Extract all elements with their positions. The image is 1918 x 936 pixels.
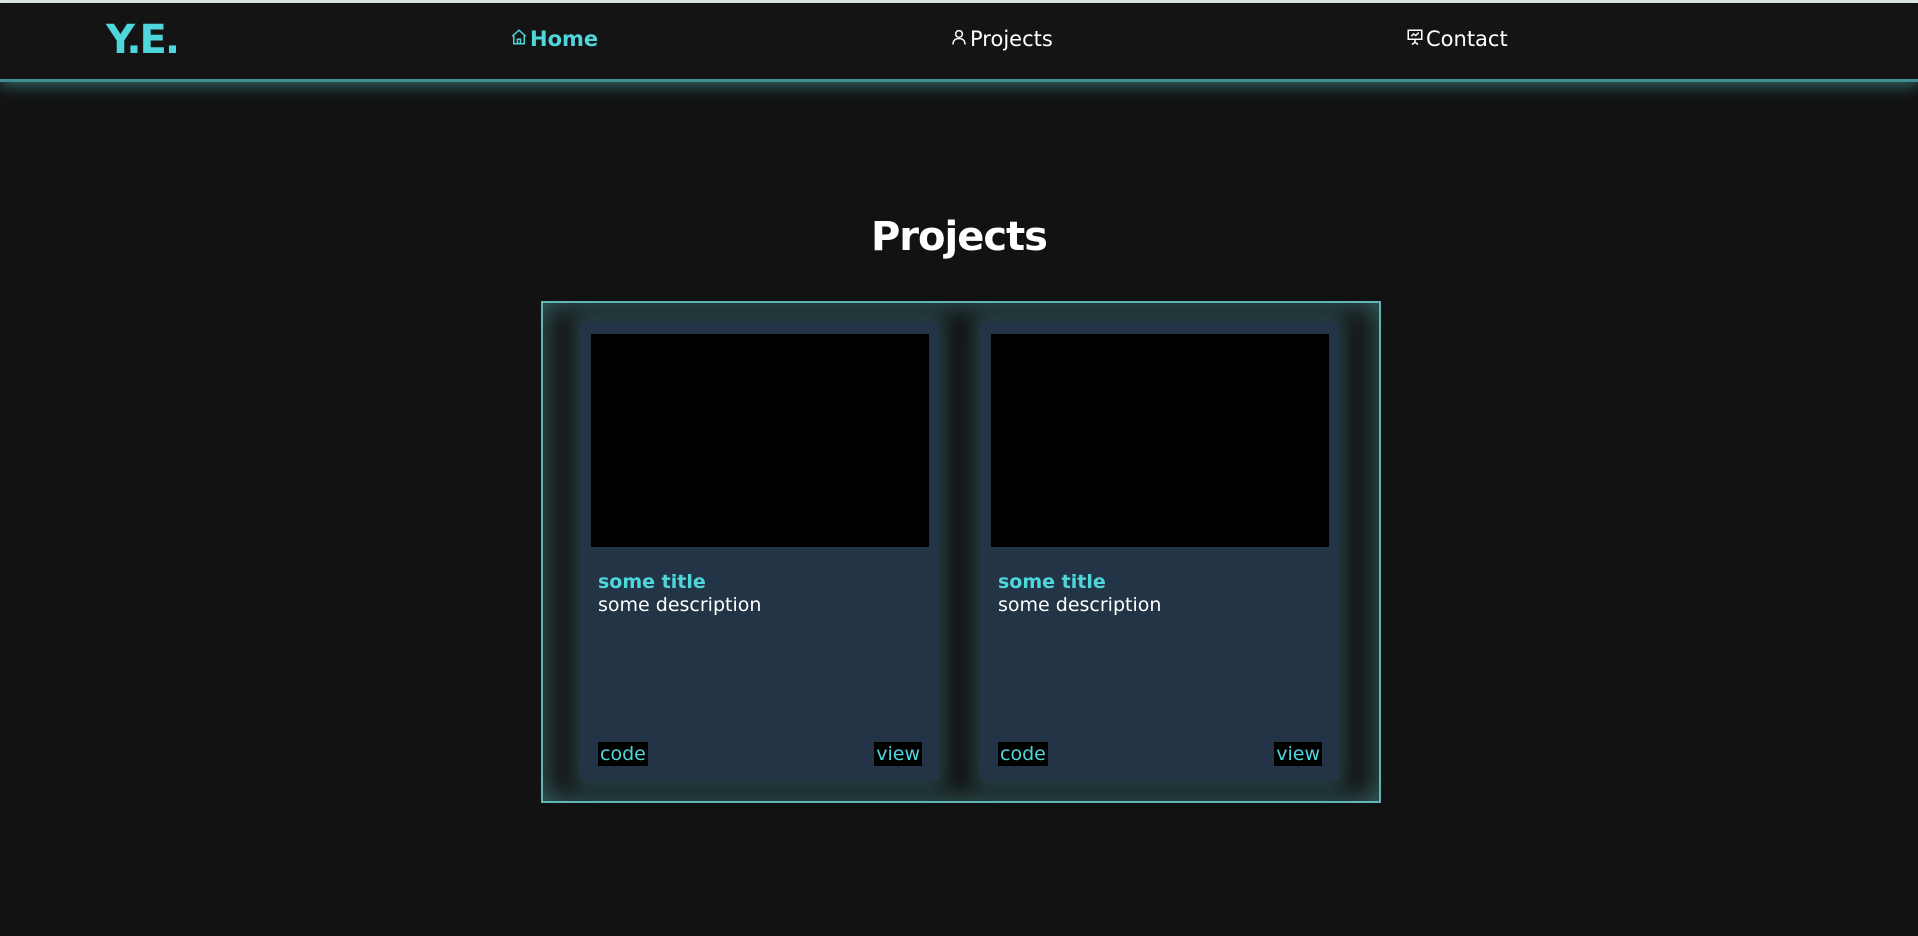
nav-home-label: Home (530, 27, 599, 51)
nav-projects-label: Projects (970, 27, 1053, 51)
navbar: Y.E. Home Projects Contact (0, 3, 1918, 82)
project-description: some description (998, 594, 1162, 616)
home-icon (510, 27, 528, 51)
view-link[interactable]: view (874, 742, 922, 766)
code-link[interactable]: code (998, 742, 1048, 766)
project-description: some description (598, 594, 762, 616)
page-title: Projects (870, 214, 1048, 260)
nav-projects-link[interactable]: Projects (950, 27, 1053, 51)
code-link[interactable]: code (598, 742, 648, 766)
project-card: some title some description code view (580, 321, 939, 781)
project-thumbnail (591, 334, 929, 547)
project-card: some title some description code view (980, 321, 1339, 781)
project-thumbnail (991, 334, 1329, 547)
project-title: some title (598, 571, 706, 593)
nav-home-link[interactable]: Home (510, 27, 598, 51)
projects-container: some title some description code view so… (541, 301, 1381, 803)
user-icon (950, 27, 968, 51)
project-title: some title (998, 571, 1106, 593)
presentation-icon (1406, 27, 1424, 51)
logo[interactable]: Y.E. (106, 17, 180, 63)
nav-contact-link[interactable]: Contact (1406, 27, 1508, 51)
view-link[interactable]: view (1274, 742, 1322, 766)
nav-contact-label: Contact (1426, 27, 1508, 51)
